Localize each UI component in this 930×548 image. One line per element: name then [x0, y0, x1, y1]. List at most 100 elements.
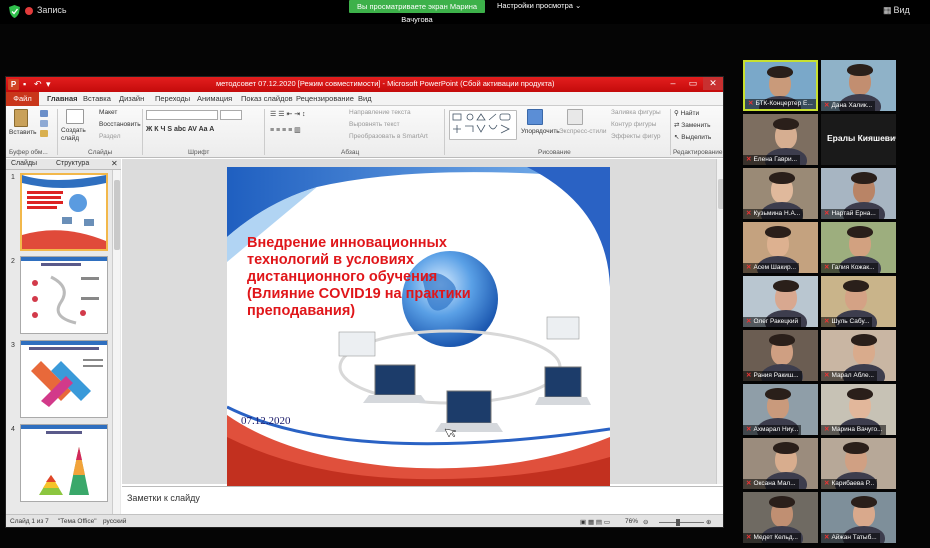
zoom-slider[interactable] [659, 522, 704, 523]
save-icon[interactable]: ▪ [23, 79, 26, 89]
zoom-top-bar: Запись Вы просматриваете экран Марина Ва… [0, 0, 930, 24]
participant-hair [847, 388, 873, 400]
language[interactable]: русский [103, 518, 126, 525]
view-options-button[interactable]: Настройки просмотра ⌄ [497, 1, 581, 10]
tab-animation[interactable]: Анимация [197, 94, 232, 103]
paste-button[interactable]: Вставить [9, 129, 37, 136]
layout-button[interactable]: Макет [99, 109, 117, 116]
tab-review[interactable]: Рецензирование [296, 94, 354, 103]
slides-pane-scrollbar[interactable] [112, 170, 120, 514]
align-text-button[interactable]: Выровнять текст [349, 121, 400, 128]
zoom-out-icon[interactable]: ⊖ [643, 518, 648, 526]
list-icons[interactable]: ☰ ☰ ⇤ ⇥ ↕ [270, 110, 306, 118]
participant-tile[interactable]: ✕ Оксана Мал... [743, 438, 818, 489]
view-button[interactable]: ▦ Вид [883, 5, 910, 16]
participant-tile[interactable]: ✕ БТК-Концертер Е... [743, 60, 818, 111]
participant-tile[interactable]: ✕ Дана Халик... [821, 60, 896, 111]
tab-outline[interactable]: Структура [56, 160, 89, 167]
replace-button[interactable]: ⇄ Заменить [674, 121, 710, 129]
arrange-button[interactable]: Упорядочить [521, 128, 560, 135]
shape-outline-button[interactable]: Контур фигуры [611, 121, 656, 128]
participant-tile[interactable]: ✕ Асем Шакир... [743, 222, 818, 273]
zoom-slider-handle[interactable] [676, 519, 680, 526]
participant-hair [769, 172, 795, 184]
participant-label: ✕ Асем Шакир... [743, 263, 800, 273]
new-slide-button[interactable]: Создать слайд [61, 127, 91, 143]
shape-effects-button[interactable]: Эффекты фигур [611, 133, 661, 140]
participant-name: Галия Кожак... [831, 264, 875, 271]
ribbon-tabs: Файл Главная Вставка Дизайн Переходы Ани… [6, 92, 723, 106]
participant-tile[interactable]: ✕ Марина Вачуго... [821, 384, 896, 435]
shield-icon[interactable] [9, 5, 20, 18]
participant-tile[interactable]: ✕ Айжан Татыб... [821, 492, 896, 543]
slides-pane-tabs: Слайды Структура ✕ [6, 159, 121, 170]
notes-pane[interactable]: Заметки к слайду [122, 486, 723, 514]
participant-label: ✕ Ахмарал Ниу... [743, 425, 802, 435]
zoom-in-icon[interactable]: ⊕ [706, 518, 711, 526]
participant-tile[interactable]: ✕ Рания Ракиш... [743, 330, 818, 381]
grid-view-icon: ▦ [883, 5, 892, 15]
reset-button[interactable]: Восстановить [99, 121, 141, 128]
find-button[interactable]: ⚲ Найти [674, 109, 699, 117]
tab-transitions[interactable]: Переходы [155, 94, 190, 103]
cut-icon[interactable] [40, 110, 48, 117]
participant-tile[interactable]: ✕ Олег Ракецкий [743, 276, 818, 327]
font-family-select[interactable] [146, 110, 218, 120]
participant-tile[interactable]: ✕ Шуль Сабу... [821, 276, 896, 327]
text-direction-button[interactable]: Направление текста [349, 109, 411, 116]
tab-slideshow[interactable]: Показ слайдов [241, 94, 293, 103]
undo-icon[interactable]: ↶ [34, 79, 42, 90]
format-painter-icon[interactable] [40, 130, 48, 137]
participant-tile[interactable]: ✕ Ахмарал Ниу... [743, 384, 818, 435]
participant-label: ✕ Рания Ракиш... [743, 371, 802, 381]
tab-file[interactable]: Файл [6, 92, 39, 106]
tab-view[interactable]: Вид [358, 94, 372, 103]
slide-thumbnail-3[interactable] [20, 340, 108, 418]
participant-hair [773, 118, 799, 130]
tab-slides[interactable]: Слайды [11, 160, 37, 167]
customize-qat-icon[interactable]: ▾ [46, 79, 51, 90]
minimize-button[interactable]: – [663, 77, 683, 90]
copy-icon[interactable] [40, 120, 48, 127]
shape-fill-button[interactable]: Заливка фигуры [611, 109, 661, 116]
current-slide[interactable]: Внедрение инновационных технологий в усл… [227, 167, 610, 488]
participant-tile[interactable]: ✕ Нартай Ерна... [821, 168, 896, 219]
participant-tile[interactable]: ✕ Кузьмина Н.А... [743, 168, 818, 219]
participant-tile[interactable]: ✕ Елена Гаври... [743, 114, 818, 165]
slide-thumbnail-1[interactable] [20, 173, 108, 251]
participant-tile[interactable]: ✕ Марал Абле... [821, 330, 896, 381]
slide-scrollbar[interactable] [716, 159, 723, 484]
tab-home[interactable]: Главная [47, 94, 78, 103]
new-slide-icon[interactable] [66, 109, 84, 124]
arrange-icon[interactable] [527, 109, 543, 125]
participant-tile[interactable]: ✕ Галия Кожак... [821, 222, 896, 273]
tab-insert[interactable]: Вставка [83, 94, 111, 103]
shapes-gallery[interactable] [449, 110, 517, 140]
slide-thumbnail-2[interactable] [20, 256, 108, 334]
participant-tile[interactable]: ✕ Карибаева Р... [821, 438, 896, 489]
slide-date[interactable]: 07.12.2020 [241, 415, 291, 427]
participant-name: Олег Ракецкий [753, 318, 799, 325]
font-format-icons[interactable]: Ж К Ч S abc AV Aa A [146, 126, 214, 133]
select-button[interactable]: ↖ Выделить [674, 133, 711, 141]
section-button[interactable]: Раздел [99, 133, 120, 140]
close-button[interactable]: ✕ [703, 77, 723, 90]
quick-styles-icon[interactable] [567, 109, 583, 125]
participant-tile[interactable]: Ералы Кияшевич [821, 114, 896, 165]
align-icons[interactable]: ≡ ≡ ≡ ≡ ▥ [270, 126, 301, 134]
paste-icon[interactable] [14, 109, 28, 127]
maximize-button[interactable]: ▭ [683, 77, 703, 90]
participant-tile[interactable]: ✕ Медет Кельд... [743, 492, 818, 543]
quick-styles-button[interactable]: Экспресс-стили [559, 128, 607, 135]
slide-title[interactable]: Внедрение инновационных технологий в усл… [247, 235, 497, 320]
font-size-select[interactable] [220, 110, 242, 120]
powerpoint-logo-icon[interactable]: P [8, 79, 19, 90]
close-pane-icon[interactable]: ✕ [111, 159, 118, 168]
participant-hair [765, 388, 791, 400]
group-paragraph: Абзац [341, 149, 360, 156]
tab-design[interactable]: Дизайн [119, 94, 144, 103]
convert-smartart-button[interactable]: Преобразовать в SmartArt [349, 133, 428, 140]
view-buttons-icon[interactable]: ▣ ▦ ▤ ▭ [580, 518, 610, 526]
slide-thumbnail-4[interactable] [20, 424, 108, 502]
zoom-level[interactable]: 76% [625, 518, 638, 525]
